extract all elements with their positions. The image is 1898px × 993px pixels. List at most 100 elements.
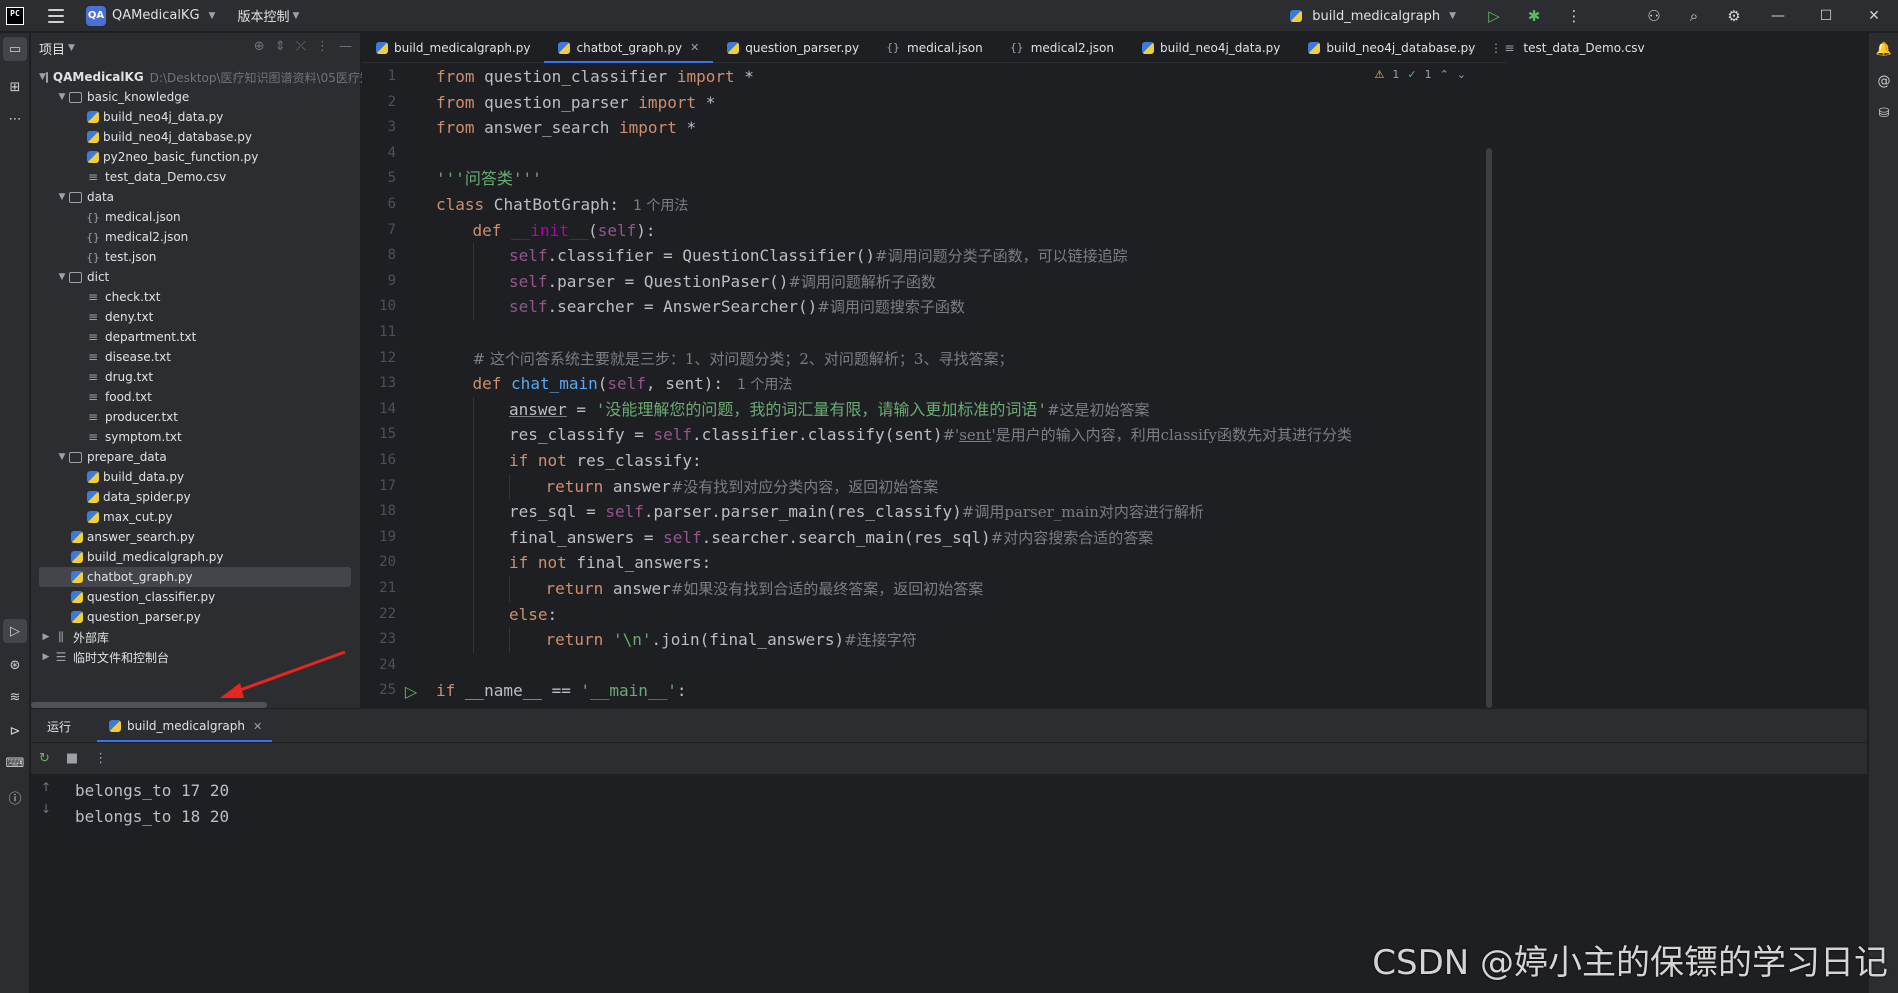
tree-item[interactable]: build_data.py [31, 467, 361, 487]
tree-item[interactable]: chatbot_graph.py [39, 567, 351, 587]
debug-icon[interactable]: ✱ [1514, 0, 1554, 32]
tree-item[interactable]: ≡ department.txt [31, 327, 361, 347]
tree-folder[interactable]: ▼ dict [31, 267, 361, 287]
tree-item[interactable]: {} medical.json [31, 207, 361, 227]
chevron-down-icon[interactable]: ▼ [39, 72, 46, 82]
tree-item[interactable]: answer_search.py [31, 527, 361, 547]
hide-panel-icon[interactable]: — [339, 39, 352, 54]
code-line[interactable]: return answer#如果没有找到合适的最终答案，返回初始答案 [546, 576, 984, 602]
code-line[interactable]: '''问答类''' [436, 166, 542, 192]
tree-item[interactable]: ≡ drug.txt [31, 367, 361, 387]
structure-tool-icon[interactable]: ⊞ [3, 75, 27, 99]
locate-icon[interactable]: ⊕ [254, 39, 265, 54]
code-editor[interactable]: 1 2 3 4 5 6 7 8 9 10 11 12 13 14 15 16 17 18 19 20 21 22 23 24 2… [362, 64, 1506, 708]
database-icon[interactable]: ⛁ [1872, 101, 1896, 125]
code-line[interactable]: from question_parser import * [436, 90, 715, 116]
code-line[interactable]: def __init__(self): [473, 218, 656, 244]
more-icon[interactable]: ⋮ [94, 751, 107, 766]
vcs-menu[interactable]: 版本控制 ▼ [237, 6, 299, 25]
editor-tab[interactable]: {} medical.json [873, 33, 997, 62]
run-gutter-icon[interactable]: ▷ [402, 678, 420, 704]
services-icon[interactable]: ⊳ [3, 719, 27, 743]
tree-folder[interactable]: ▼ data [31, 187, 361, 207]
code-line[interactable]: class ChatBotGraph: 1 个用法 [436, 192, 688, 218]
editor-tab[interactable]: ≡ test_data_Demo.csv [1489, 33, 1658, 62]
tree-item[interactable]: ≡ food.txt [31, 387, 361, 407]
code-line[interactable]: res_sql = self.parser.parser_main(res_cl… [509, 499, 1204, 525]
code-line[interactable]: answer = '没能理解您的问题，我的词汇量有限，请输入更加标准的词语'#这… [509, 397, 1150, 423]
code-line[interactable]: self.searcher = AnswerSearcher()#调用问题搜索子… [509, 294, 965, 320]
tree-item[interactable]: build_neo4j_database.py [31, 127, 361, 147]
code-area[interactable]: from question_classifier import * from qu… [436, 64, 1496, 708]
tree-item[interactable]: ≡ deny.txt [31, 307, 361, 327]
rerun-icon[interactable]: ↻ [39, 751, 50, 766]
collapse-all-icon[interactable]: ⤫ [296, 39, 306, 54]
run-tab[interactable]: build_medicalgraph ✕ [97, 710, 273, 742]
scroll-up-icon[interactable]: ↑ [41, 780, 51, 794]
code-line[interactable]: from question_classifier import * [436, 64, 754, 90]
tree-item[interactable]: build_neo4j_data.py [31, 107, 361, 127]
stop-icon[interactable]: ■ [66, 751, 78, 766]
horizontal-scrollbar[interactable] [31, 702, 267, 708]
maximize-icon[interactable]: ☐ [1802, 0, 1850, 32]
tabs-more-icon[interactable]: ⋮ [1490, 41, 1502, 55]
search-icon[interactable]: ⌕ [1674, 0, 1714, 32]
ai-assistant-icon[interactable]: @ [1872, 69, 1896, 93]
code-line[interactable]: res_classify = self.classifier.classify(… [509, 422, 1352, 448]
close-icon[interactable]: ✕ [690, 41, 699, 54]
chevron-right-icon[interactable]: ▶ [39, 652, 53, 662]
settings-gear-icon[interactable]: ⚙ [1714, 0, 1754, 32]
chevron-down-icon[interactable]: ▼ [55, 272, 69, 282]
scroll-down-icon[interactable]: ↓ [41, 802, 51, 816]
tree-item[interactable]: {} test.json [31, 247, 361, 267]
tree-item[interactable]: ≡ symptom.txt [31, 427, 361, 447]
expand-all-icon[interactable]: ⇕ [275, 39, 286, 54]
code-line[interactable]: final_answers = self.searcher.search_mai… [509, 525, 1153, 551]
minimize-icon[interactable]: — [1754, 0, 1802, 32]
main-menu-icon[interactable] [48, 8, 64, 23]
tree-item[interactable]: ≡ disease.txt [31, 347, 361, 367]
code-line[interactable]: if not res_classify: [509, 448, 702, 474]
tree-folder[interactable]: ▼ basic_knowledge [31, 87, 361, 107]
editor-tab[interactable]: {} medical2.json [997, 33, 1128, 62]
code-line[interactable]: def chat_main(self, sent): 1 个用法 [473, 371, 793, 397]
python-console-icon[interactable]: ⊛ [3, 653, 27, 677]
editor-tab[interactable]: build_medicalgraph.py [362, 33, 544, 62]
close-icon[interactable]: ✕ [1850, 0, 1898, 32]
chevron-up-icon[interactable]: ⌃ [1440, 68, 1449, 81]
chevron-down-icon[interactable]: ▼ [55, 92, 69, 102]
more-icon[interactable]: ⋮ [1554, 0, 1594, 32]
run-icon[interactable]: ▷ [1474, 0, 1514, 32]
editor-tab[interactable]: question_parser.py [713, 33, 873, 62]
python-packages-icon[interactable]: ≋ [3, 685, 27, 709]
terminal-icon[interactable]: ⌨ [3, 751, 27, 775]
editor-tab[interactable]: chatbot_graph.py ✕ [544, 33, 714, 63]
project-tool-icon[interactable]: ▭ [3, 37, 27, 61]
close-icon[interactable]: ✕ [253, 720, 262, 733]
code-line[interactable]: return answer#没有找到对应分类内容，返回初始答案 [546, 474, 939, 500]
editor-tab[interactable]: build_neo4j_database.py [1294, 33, 1489, 62]
run-config-selector[interactable]: build_medicalgraph ▼ [1288, 9, 1456, 24]
editor-tab[interactable]: build_neo4j_data.py [1128, 33, 1294, 62]
tree-root[interactable]: ▼ QAMedicalKG D:\Desktop\医疗知识图谱资料\05医疗知识… [31, 67, 408, 87]
vertical-scrollbar[interactable] [1486, 148, 1492, 708]
chevron-down-icon[interactable]: ▼ [68, 43, 75, 53]
tree-item[interactable]: {} medical2.json [31, 227, 361, 247]
options-icon[interactable]: ⋮ [316, 39, 329, 54]
tree-item[interactable]: ≡ producer.txt [31, 407, 361, 427]
run-tool-icon[interactable]: ▷ [3, 619, 27, 643]
tree-item[interactable]: py2neo_basic_function.py [31, 147, 361, 167]
tree-item[interactable]: max_cut.py [31, 507, 361, 527]
tree-item[interactable]: ▶ ☰ 临时文件和控制台 [31, 647, 361, 667]
more-tools-icon[interactable]: ⋯ [3, 107, 27, 131]
tree-item[interactable]: ≡ check.txt [31, 287, 361, 307]
chevron-down-icon[interactable]: ▼ [55, 192, 69, 202]
code-line[interactable]: if not final_answers: [509, 550, 711, 576]
code-line[interactable]: else: [509, 602, 557, 628]
chevron-right-icon[interactable]: ▶ [39, 632, 53, 642]
tree-item[interactable]: ▶ ⫼ 外部库 [31, 627, 361, 647]
chevron-down-icon[interactable]: ▼ [55, 452, 69, 462]
code-line[interactable]: # 这个问答系统主要就是三步：1、对问题分类；2、对问题解析；3、寻找答案； [473, 346, 1014, 372]
tree-item[interactable]: build_medicalgraph.py [31, 547, 361, 567]
add-user-icon[interactable]: ⚇ [1634, 0, 1674, 32]
